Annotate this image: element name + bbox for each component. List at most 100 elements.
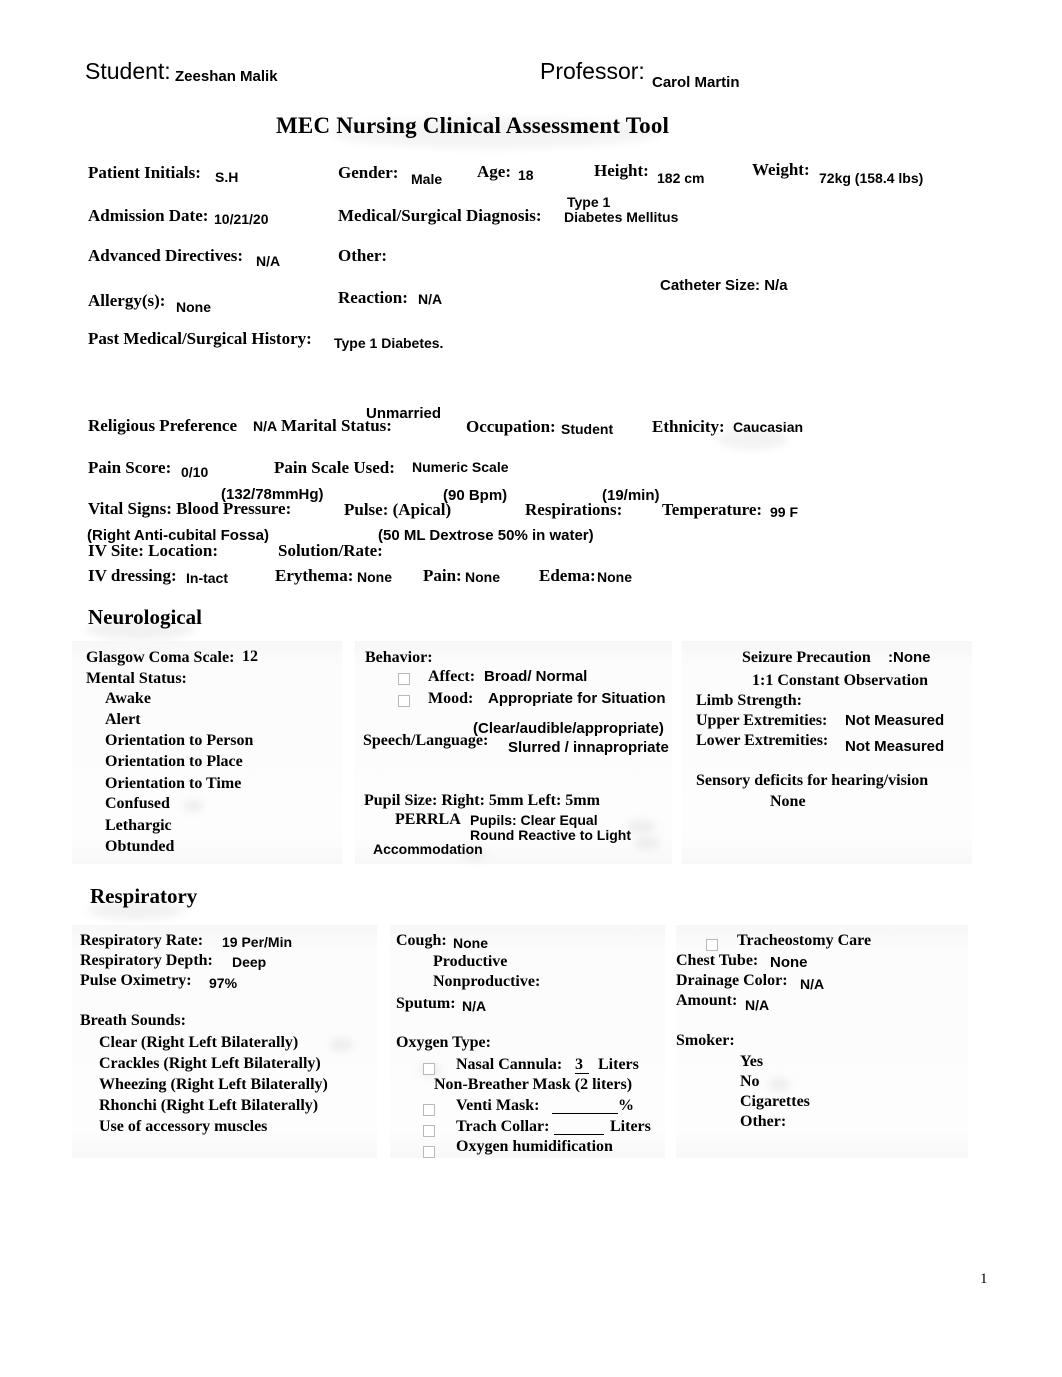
trach-collar-blank[interactable] [554, 1119, 604, 1135]
iv-solution-label: Solution/Rate: [278, 541, 383, 560]
mood-label: Mood: [428, 690, 474, 707]
reaction-value: N/A [418, 291, 443, 307]
admission-date-value: 10/21/20 [214, 211, 269, 227]
tracheostomy-checkbox[interactable] [706, 939, 718, 951]
past-history-value: Type 1 Diabetes. [334, 335, 444, 351]
iv-edema-label: Edema: [539, 566, 596, 585]
seizure-precaution-label: Seizure Precaution [742, 649, 871, 666]
diagnosis-value-line1: Type 1 [567, 194, 611, 210]
respiratory-rate-value: 19 Per/Min [222, 934, 293, 950]
ethnicity-label: Ethnicity: [652, 417, 725, 436]
sputum-label: Sputum: [396, 995, 456, 1012]
drainage-color-label: Drainage Color: [676, 972, 788, 989]
non-breather-mask-label: Non-Breather Mask (2 liters) [434, 1076, 633, 1093]
nasal-cannula-unit: Liters [598, 1056, 639, 1073]
cough-value: None [453, 935, 488, 951]
breath-sound-item: Clear (Right Left Bilaterally) [99, 1034, 299, 1051]
venti-mask-checkbox[interactable] [423, 1104, 435, 1116]
pulse-oximetry-value: 97% [209, 975, 238, 991]
document-page: Student: Zeeshan Malik Professor: Carol … [0, 0, 1062, 1377]
weight-value: 72kg (158.4 lbs) [819, 170, 924, 186]
vitals-temperature-value: 99 F [770, 504, 799, 520]
mental-status-item: Confused [105, 795, 170, 812]
speech-value-line2: Slurred / innapropriate [508, 739, 669, 756]
neurological-section-title: Neurological [88, 605, 202, 629]
upper-extremities-label: Upper Extremities: [696, 712, 828, 729]
vitals-temperature-label: Temperature: [662, 500, 763, 519]
reaction-label: Reaction: [338, 288, 408, 307]
breath-sound-item: Rhonchi (Right Left Bilaterally) [99, 1097, 319, 1114]
catheter-size-label: Catheter Size: N/a [660, 277, 788, 294]
pulse-oximetry-label: Pulse Oximetry: [80, 972, 192, 989]
vitals-pulse-value: (90 Bpm) [443, 487, 508, 504]
marital-status-value: Unmarried [366, 405, 442, 422]
lower-extremities-label: Lower Extremities: [696, 732, 829, 749]
admission-date-label: Admission Date: [88, 206, 209, 225]
lower-extremities-value: Not Measured [845, 738, 945, 755]
smoker-label: Smoker: [676, 1032, 735, 1049]
nasal-cannula-checkbox[interactable] [423, 1063, 435, 1075]
cough-label: Cough: [396, 932, 447, 949]
oxygen-type-label: Oxygen Type: [396, 1034, 491, 1051]
amount-value: N/A [745, 997, 770, 1013]
religious-preference-label: Religious Preference [88, 416, 238, 435]
professor-name: Carol Martin [652, 74, 740, 91]
sputum-value: N/A [462, 998, 487, 1014]
affect-value: Broad/ Normal [484, 668, 588, 685]
mood-checkbox[interactable] [398, 695, 410, 707]
iv-edema-value: None [597, 569, 632, 585]
respiratory-depth-value: Deep [232, 954, 267, 970]
ethnicity-value: Caucasian [733, 419, 804, 435]
height-value: 182 cm [657, 170, 705, 186]
gender-value: Male [411, 171, 443, 187]
trach-collar-label: Trach Collar: [456, 1118, 550, 1135]
nasal-cannula-value: 3 [575, 1057, 589, 1074]
affect-checkbox[interactable] [398, 673, 410, 685]
vitals-respirations-value: (19/min) [602, 487, 660, 504]
pain-scale-value: Numeric Scale [412, 459, 509, 475]
venti-mask-blank[interactable] [552, 1098, 618, 1114]
mental-status-item: Orientation to Place [105, 753, 243, 770]
iv-erythema-value: None [357, 569, 392, 585]
mental-status-item: Obtunded [105, 838, 175, 855]
weight-label: Weight: [752, 160, 810, 179]
trach-collar-unit: Liters [610, 1118, 651, 1135]
age-label: Age: [477, 162, 511, 181]
iv-dressing-value: In-tact [186, 570, 228, 586]
drainage-color-value: N/A [800, 976, 825, 992]
affect-label: Affect: [428, 668, 476, 685]
speech-label: Speech/Language: [363, 732, 489, 749]
breath-sound-item: Use of accessory muscles [99, 1118, 268, 1135]
gcs-label: Glasgow Coma Scale: [86, 649, 235, 666]
cough-item: Productive [433, 953, 508, 970]
mental-status-label: Mental Status: [86, 670, 187, 687]
trach-collar-checkbox[interactable] [423, 1125, 435, 1137]
patient-initials-label: Patient Initials: [88, 163, 201, 182]
respiratory-rate-label: Respiratory Rate: [80, 932, 204, 949]
mental-status-item: Awake [105, 690, 151, 707]
tracheostomy-label: Tracheostomy Care [737, 932, 872, 949]
past-history-label: Past Medical/Surgical History: [88, 329, 312, 348]
religious-preference-value: N/A [253, 418, 278, 434]
pain-scale-label: Pain Scale Used: [274, 458, 395, 477]
cough-item: Nonproductive: [433, 973, 541, 990]
iv-site-label: IV Site: Location: [88, 541, 219, 560]
pupil-size-label: Pupil Size: Right: 5mm Left: 5mm [364, 792, 600, 809]
amount-label: Amount: [676, 992, 738, 1009]
seizure-precaution-value: :None [888, 649, 931, 666]
mental-status-item: Orientation to Time [105, 775, 242, 792]
allergy-label: Allergy(s): [88, 291, 166, 310]
mood-value: Appropriate for Situation [488, 690, 666, 707]
limb-strength-label: Limb Strength: [696, 692, 802, 709]
pain-score-label: Pain Score: [88, 458, 172, 477]
smoker-item: Other: [740, 1113, 787, 1130]
mental-status-item: Orientation to Person [105, 732, 254, 749]
breath-sound-item: Crackles (Right Left Bilaterally) [99, 1055, 321, 1072]
smoker-item: Yes [740, 1053, 764, 1070]
oxygen-humidification-checkbox[interactable] [423, 1146, 435, 1158]
breath-sounds-label: Breath Sounds: [80, 1012, 186, 1029]
speech-value-line1: (Clear/audible/appropriate) [473, 720, 664, 737]
oxygen-humidification-label: Oxygen humidification [456, 1138, 613, 1155]
respiratory-section-title: Respiratory [90, 884, 198, 908]
diagnosis-value-line2: Diabetes Mellitus [564, 209, 679, 225]
